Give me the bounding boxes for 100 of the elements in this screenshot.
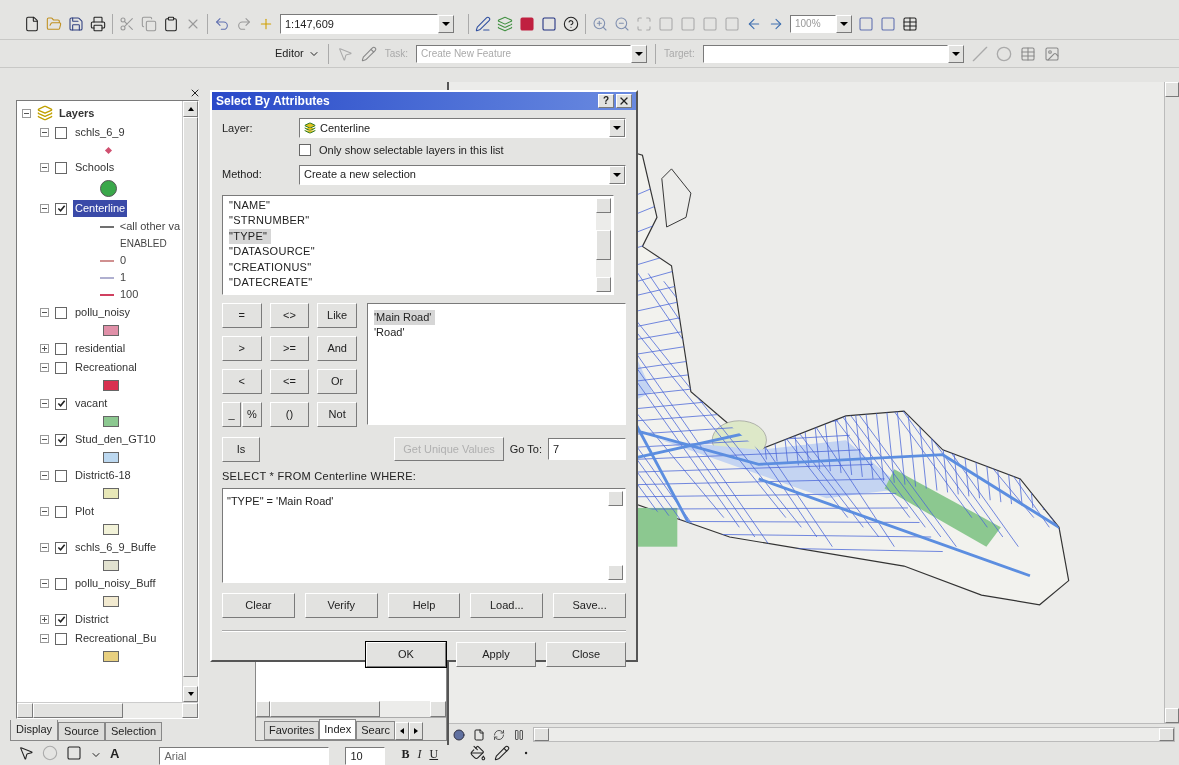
paste-icon[interactable]: [163, 15, 179, 32]
dialog-button[interactable]: Like: [317, 302, 357, 328]
expand-toggle[interactable]: [40, 344, 49, 353]
save-icon[interactable]: [68, 15, 84, 32]
dialog-button[interactable]: =: [222, 302, 262, 328]
panel-tab[interactable]: Source: [58, 722, 105, 741]
dialog-button[interactable]: %: [242, 401, 262, 427]
dialog-button[interactable]: (): [269, 401, 310, 427]
panel-tab[interactable]: Searc: [356, 721, 395, 740]
layer-checkbox[interactable]: [55, 202, 67, 215]
dialog-button[interactable]: Verify: [304, 593, 378, 618]
checkbox[interactable]: [299, 144, 311, 157]
vertical-scrollbar[interactable]: [182, 101, 198, 702]
dialog-button[interactable]: Apply: [456, 642, 536, 667]
field-item[interactable]: "CREATIONUS": [229, 259, 316, 275]
dialog-button[interactable]: And: [317, 335, 357, 361]
dialog-button[interactable]: >: [222, 335, 262, 361]
pointer-icon[interactable]: [18, 745, 34, 761]
values-list[interactable]: 'Main Road' 'Road': [367, 302, 626, 425]
layer-checkbox[interactable]: [55, 433, 67, 446]
field-item[interactable]: "TYPE": [229, 228, 272, 244]
value-item[interactable]: 'Main Road': [374, 309, 436, 325]
pencil-icon[interactable]: [494, 745, 511, 761]
collapse-toggle[interactable]: [40, 308, 49, 317]
refresh-icon[interactable]: [493, 728, 505, 741]
layer-name[interactable]: pollu_noisy: [73, 304, 133, 321]
close-icon[interactable]: [189, 87, 201, 99]
table-icon[interactable]: [902, 15, 918, 32]
font-size-field[interactable]: 10: [345, 747, 386, 765]
horizontal-scrollbar[interactable]: [533, 727, 1175, 742]
panel-tab[interactable]: Display: [10, 720, 59, 741]
layer-name[interactable]: pollu_noisy_Buff: [73, 575, 158, 592]
collapse-toggle[interactable]: [40, 363, 49, 372]
layer-name[interactable]: Centerline: [73, 200, 128, 217]
image-icon[interactable]: [1043, 45, 1060, 62]
layer-checkbox[interactable]: [55, 632, 67, 645]
layer-checkbox[interactable]: [55, 613, 67, 626]
collapse-toggle[interactable]: [40, 579, 49, 588]
window-icon[interactable]: [541, 15, 557, 32]
layer-checkbox[interactable]: [55, 306, 67, 319]
close-button[interactable]: [616, 94, 632, 108]
layer-name[interactable]: vacant: [73, 395, 110, 412]
collapse-toggle[interactable]: [40, 543, 49, 552]
dialog-button[interactable]: <: [222, 368, 262, 394]
dialog-button[interactable]: Is: [222, 436, 260, 462]
dropdown-button[interactable]: [631, 44, 648, 63]
dropdown-button[interactable]: [438, 14, 454, 33]
underline-button[interactable]: U: [429, 745, 439, 763]
value-item[interactable]: 'Road': [374, 324, 409, 340]
panel-tab[interactable]: Favorites: [264, 721, 320, 740]
expression-field[interactable]: "TYPE" = 'Main Road': [222, 488, 626, 583]
layer-name[interactable]: District: [73, 611, 111, 628]
layer-checkbox[interactable]: [55, 361, 67, 374]
collapse-toggle[interactable]: [40, 204, 49, 213]
editor-icon[interactable]: [475, 15, 491, 32]
vertical-scrollbar[interactable]: [1164, 82, 1179, 723]
collapse-toggle[interactable]: [40, 471, 49, 480]
dialog-button[interactable]: Save...: [553, 593, 626, 618]
page-icon[interactable]: [473, 728, 485, 741]
rectangle-icon[interactable]: [66, 745, 82, 761]
dialog-button[interactable]: Not: [317, 401, 357, 427]
printer-icon[interactable]: [90, 15, 106, 32]
dialog-button[interactable]: <>: [269, 302, 310, 328]
layers-icon[interactable]: [497, 15, 513, 32]
fill-bucket-icon[interactable]: [470, 745, 487, 761]
layers-root-label[interactable]: Layers: [59, 104, 95, 122]
pause-icon[interactable]: [513, 728, 525, 741]
layer-name[interactable]: schls_6_9_Buffe: [73, 539, 159, 556]
vertical-scrollbar[interactable]: [596, 197, 611, 292]
layer-checkbox[interactable]: [55, 577, 67, 590]
dialog-button[interactable]: Close: [546, 642, 626, 667]
dialog-button[interactable]: <=: [269, 368, 310, 394]
help-button[interactable]: ?: [598, 94, 614, 108]
layer-name[interactable]: Recreational: [73, 359, 139, 376]
dropdown-button[interactable]: [836, 14, 852, 33]
layer-dropdown[interactable]: Centerline: [299, 118, 626, 138]
field-item[interactable]: "STRNUMBER": [229, 213, 314, 229]
collapse-toggle[interactable]: [40, 399, 49, 408]
new-document-icon[interactable]: [24, 15, 40, 32]
layer-checkbox[interactable]: [55, 126, 67, 139]
target-field[interactable]: [702, 44, 948, 63]
field-item[interactable]: "DATECREATE": [229, 275, 317, 291]
editor-menu[interactable]: Editor: [275, 45, 320, 62]
layer-checkbox[interactable]: [55, 161, 67, 174]
dialog-button[interactable]: Clear: [222, 593, 295, 618]
collapse-toggle[interactable]: [40, 435, 49, 444]
dialog-button[interactable]: OK: [366, 642, 446, 667]
layer-name[interactable]: Stud_den_GT10: [73, 431, 158, 448]
collapse-toggle[interactable]: [40, 128, 49, 137]
layer-checkbox[interactable]: [55, 469, 67, 482]
layer-checkbox[interactable]: [55, 541, 67, 554]
layer-name[interactable]: Schools: [73, 159, 117, 176]
collapse-toggle[interactable]: [40, 634, 49, 643]
horizontal-scrollbar[interactable]: [17, 702, 198, 718]
scale-field[interactable]: 1:147,609: [280, 13, 438, 34]
method-dropdown[interactable]: Create a new selection: [299, 164, 626, 185]
fields-list[interactable]: "NAME" "STRNUMBER" "TYPE" "DATASOURCE" "CREATIONUS" "DATECREATE": [222, 194, 614, 295]
italic-button[interactable]: I: [417, 745, 422, 763]
panel-tab[interactable]: Selection: [104, 722, 163, 741]
dialog-button[interactable]: _: [222, 401, 242, 427]
